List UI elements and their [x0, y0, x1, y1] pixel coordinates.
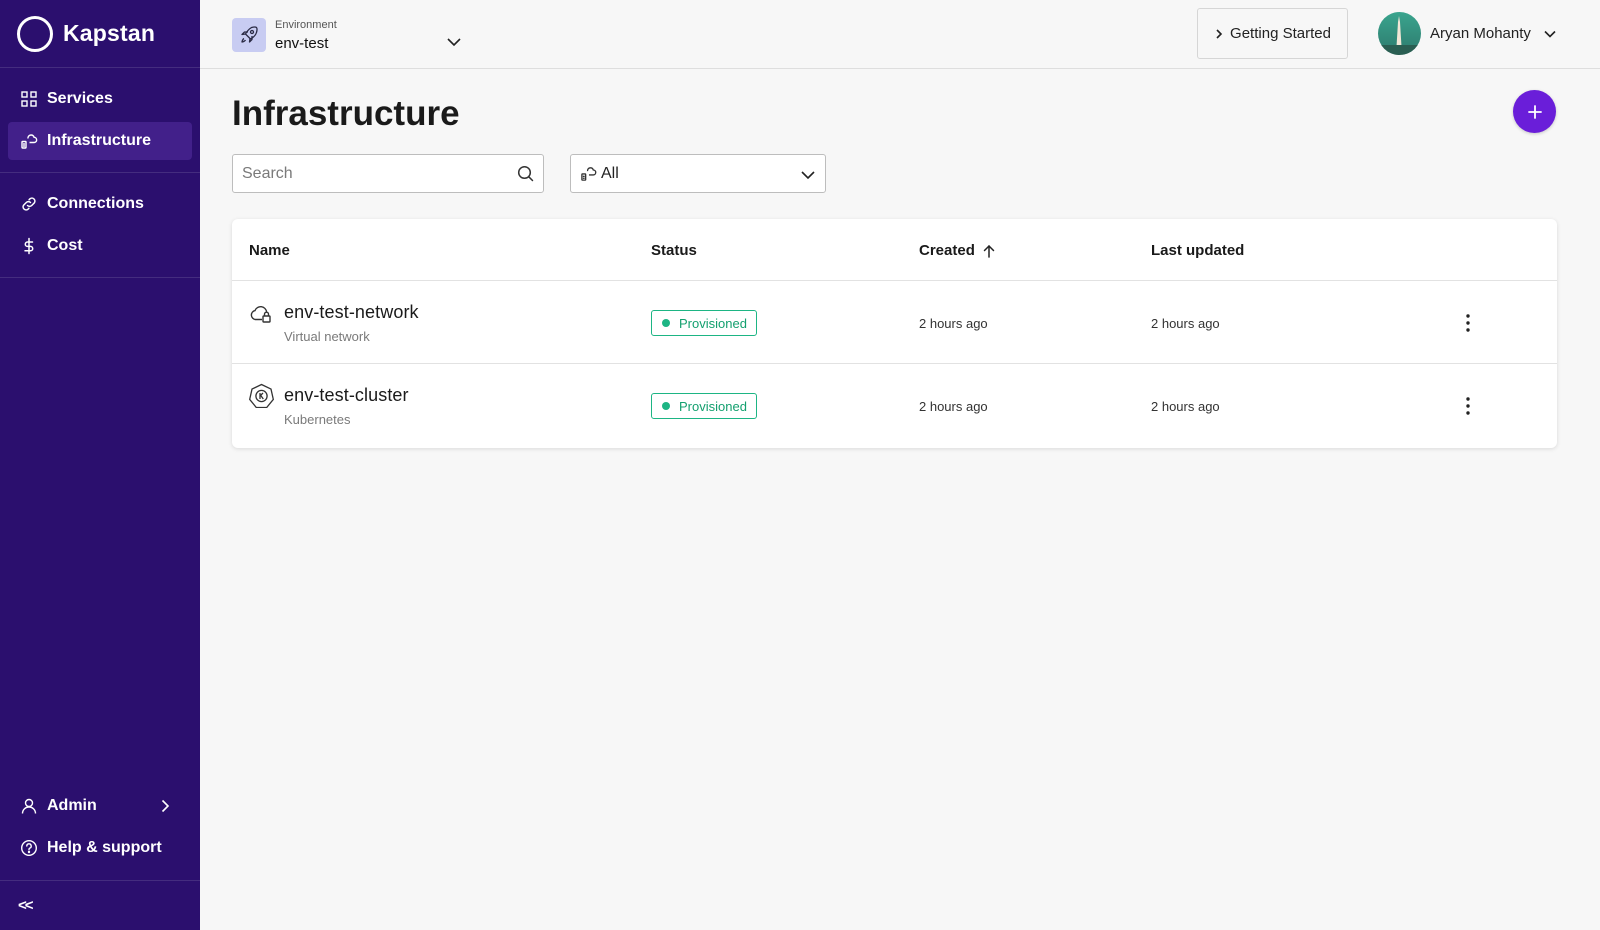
sidebar-item-label: Infrastructure [47, 132, 152, 149]
table-row[interactable]: env-test-cluster Kubernetes Provisioned … [232, 364, 1557, 447]
sidebar-item-label: Connections [47, 195, 144, 212]
sidebar: Kapstan Services Infrastructure Connecti… [0, 0, 200, 930]
resource-name[interactable]: env-test-network [284, 302, 419, 323]
status-badge: Provisioned [651, 393, 757, 419]
status-label: Provisioned [679, 398, 747, 414]
sidebar-item-label: Help & support [47, 839, 162, 856]
column-header-last-updated[interactable]: Last updated [1151, 242, 1244, 259]
collapse-sidebar-button[interactable]: << [0, 880, 200, 930]
column-header-created-label: Created [919, 242, 975, 259]
filter-value: All [601, 164, 619, 182]
row-actions-button[interactable] [1458, 311, 1478, 335]
cloud-lock-icon [250, 306, 271, 323]
status-dot-icon [662, 319, 670, 327]
brand-name: Kapstan [63, 20, 156, 46]
avatar [1378, 12, 1421, 55]
column-header-name[interactable]: Name [249, 242, 290, 259]
resource-name[interactable]: env-test-cluster [284, 385, 409, 406]
created-time: 2 hours ago [919, 399, 988, 414]
chevron-down-icon [447, 38, 461, 47]
link-icon [20, 195, 38, 213]
search-input[interactable] [233, 164, 503, 183]
sidebar-item-label: Services [47, 90, 113, 107]
help-icon [20, 839, 38, 857]
infrastructure-icon [20, 132, 38, 150]
user-icon [20, 797, 38, 815]
search-icon[interactable] [517, 165, 534, 182]
sidebar-item-infrastructure[interactable]: Infrastructure [8, 122, 192, 160]
status-label: Provisioned [679, 315, 747, 331]
kubernetes-icon [249, 383, 274, 408]
chevron-down-icon [801, 171, 815, 180]
infrastructure-table: Name Status Created Last updated env-tes… [232, 219, 1557, 448]
brand[interactable]: Kapstan [0, 0, 200, 68]
search-box [232, 154, 544, 193]
status-badge: Provisioned [651, 310, 757, 336]
user-menu[interactable]: Aryan Mohanty [1378, 12, 1557, 55]
resource-type-filter[interactable]: All [570, 154, 826, 193]
topbar: Environment env-test Getting Started Ary… [200, 0, 1600, 69]
table-row[interactable]: env-test-network Virtual network Provisi… [232, 281, 1557, 364]
sidebar-item-label: Admin [47, 797, 97, 814]
sidebar-item-services[interactable]: Services [8, 80, 192, 118]
updated-time: 2 hours ago [1151, 399, 1220, 414]
more-vertical-icon [1466, 397, 1470, 415]
nav-group-secondary: Connections Cost [0, 173, 200, 278]
add-resource-button[interactable] [1513, 90, 1556, 133]
sidebar-item-help[interactable]: Help & support [8, 829, 192, 867]
user-name: Aryan Mohanty [1430, 25, 1531, 42]
grid-icon [20, 90, 38, 108]
resource-type: Virtual network [284, 329, 370, 344]
plus-icon [1527, 104, 1542, 119]
sidebar-item-cost[interactable]: Cost [8, 227, 192, 265]
nav-group-primary: Services Infrastructure [0, 68, 200, 173]
nav-group-bottom: Admin Help & support [0, 783, 200, 871]
environment-selector[interactable]: Environment env-test [232, 14, 462, 56]
collapse-icon: << [18, 897, 33, 914]
environment-value: env-test [275, 34, 329, 52]
sidebar-item-connections[interactable]: Connections [8, 185, 192, 223]
kapstan-logo-icon [17, 15, 53, 52]
status-dot-icon [662, 402, 670, 410]
more-vertical-icon [1466, 314, 1470, 332]
page-title: Infrastructure [232, 94, 460, 133]
environment-caption: Environment [275, 18, 337, 31]
sidebar-item-label: Cost [47, 237, 83, 254]
getting-started-label: Getting Started [1230, 25, 1331, 42]
table-header: Name Status Created Last updated [232, 219, 1557, 281]
chevron-down-icon [1544, 30, 1556, 38]
chevron-right-icon [1216, 28, 1223, 39]
resource-type: Kubernetes [284, 412, 351, 427]
getting-started-button[interactable]: Getting Started [1197, 8, 1348, 59]
column-header-status[interactable]: Status [651, 242, 697, 259]
infrastructure-icon [581, 167, 597, 181]
updated-time: 2 hours ago [1151, 316, 1220, 331]
sort-ascending-icon [983, 244, 995, 258]
column-header-created[interactable]: Created [919, 242, 996, 259]
chevron-right-icon [161, 799, 170, 813]
created-time: 2 hours ago [919, 316, 988, 331]
sidebar-item-admin[interactable]: Admin [8, 787, 192, 825]
rocket-icon [232, 18, 266, 52]
dollar-icon [20, 237, 38, 255]
row-actions-button[interactable] [1458, 394, 1478, 418]
